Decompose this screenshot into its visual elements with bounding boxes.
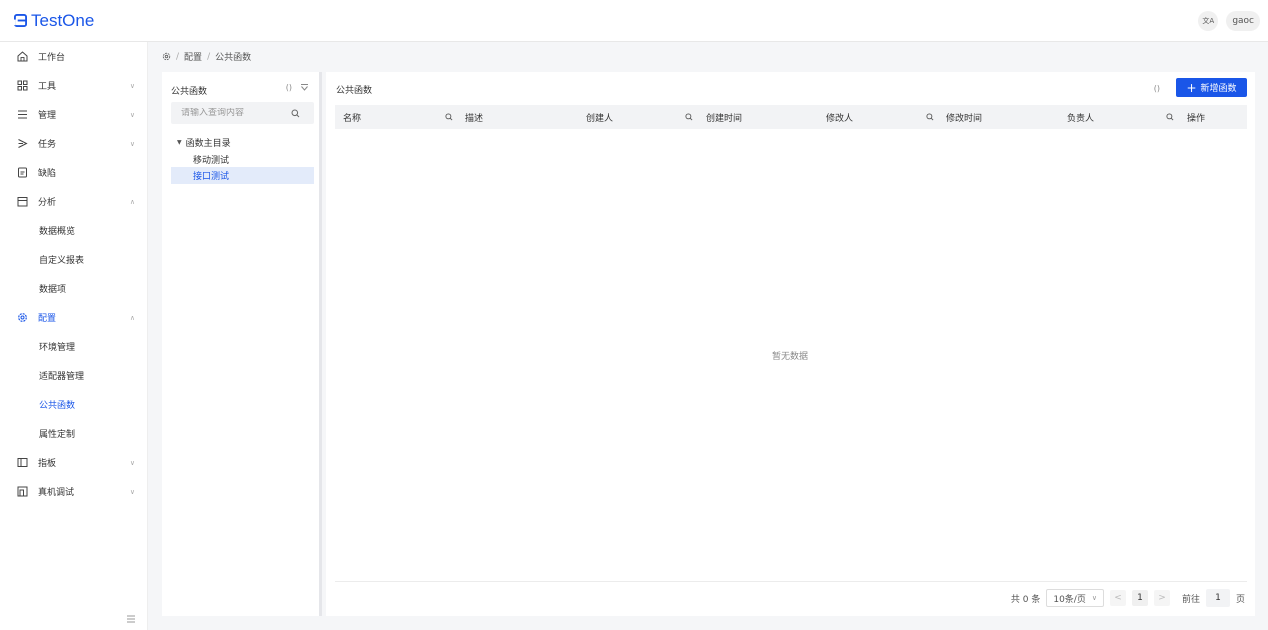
chevron-down-icon: ∨ <box>129 139 135 148</box>
sidebar-item-label: 工作台 <box>38 53 66 63</box>
page-number-current[interactable]: 1 <box>1131 590 1148 606</box>
grid-icon <box>16 80 28 92</box>
tree-root-node[interactable]: ▼ 函数主目录 <box>177 136 231 149</box>
gear-icon <box>16 312 28 324</box>
empty-state-text: 暂无数据 <box>772 352 809 362</box>
next-page-button[interactable]: > <box>1153 590 1170 606</box>
app-logo[interactable]: TestOne <box>14 11 94 31</box>
function-tree-panel: 公共函数 () ▼ 函数主目录 移动测试 接口测试 <box>162 72 322 616</box>
search-icon[interactable] <box>445 105 453 129</box>
sidebar-item-config[interactable]: 配置 ∧ <box>0 303 147 332</box>
plus-icon: + <box>1186 80 1197 95</box>
sidebar-item-label: 真机调试 <box>38 488 75 498</box>
collapse-all-icon[interactable] <box>300 83 309 92</box>
panel-title: 公共函数 <box>336 86 373 96</box>
sidebar-item-label: 配置 <box>38 314 57 324</box>
tree-node-mobile-test[interactable]: 移动测试 <box>171 151 314 168</box>
tree-search-input[interactable] <box>181 108 291 118</box>
page-size-select[interactable]: 10条/页 ∨ <box>1046 589 1104 607</box>
app-name: TestOne <box>31 10 95 30</box>
sidebar: 工作台 工具 ∨ 管理 ∨ 任务 ∨ 缺陷 分析 ∧ 数据概览 自定义报表 数据… <box>0 42 148 630</box>
tree-title: 公共函数 <box>171 87 208 97</box>
column-header-modifier: 修改人 <box>826 113 854 124</box>
sidebar-item-workbench[interactable]: 工作台 <box>0 42 147 71</box>
board-icon <box>16 457 28 469</box>
breadcrumb-separator: / <box>176 51 180 62</box>
page-unit: 页 <box>1235 594 1245 605</box>
column-header-modified-time: 修改时间 <box>946 113 983 124</box>
caret-down-icon[interactable]: ▼ <box>177 139 182 146</box>
sidebar-item-label: 工具 <box>38 82 57 92</box>
top-bar: TestOne 文A gaoc <box>0 0 1268 42</box>
sidebar-item-label: 管理 <box>38 111 57 121</box>
add-function-button[interactable]: + 新增函数 <box>1176 78 1247 97</box>
breadcrumb-item-current: 公共函数 <box>215 53 252 63</box>
page-size-value: 10条/页 <box>1053 594 1086 605</box>
sidebar-item-adapter-manage[interactable]: 适配器管理 <box>0 361 147 390</box>
sidebar-item-manage[interactable]: 管理 ∨ <box>0 100 147 129</box>
search-icon[interactable] <box>926 105 934 129</box>
sidebar-item-public-functions[interactable]: 公共函数 <box>0 390 147 419</box>
tree-search-box <box>171 102 314 124</box>
chevron-up-icon: ∧ <box>129 313 135 322</box>
sidebar-item-env-manage[interactable]: 环境管理 <box>0 332 147 361</box>
sidebar-item-defects[interactable]: 缺陷 <box>0 158 147 187</box>
sidebar-item-data-items[interactable]: 数据项 <box>0 274 147 303</box>
play-icon <box>16 138 28 150</box>
goto-page-input[interactable]: 1 <box>1205 589 1230 607</box>
column-header-owner: 负责人 <box>1067 113 1095 124</box>
sidebar-item-label: 分析 <box>38 198 57 208</box>
translate-icon[interactable]: 文A <box>1198 11 1219 31</box>
chevron-down-icon: ∨ <box>129 110 135 119</box>
sidebar-item-label: 任务 <box>38 140 57 150</box>
doc-icon <box>16 167 28 179</box>
search-icon[interactable] <box>291 109 300 118</box>
sidebar-item-device-debug[interactable]: 真机调试 ∨ <box>0 477 147 506</box>
breadcrumb-item-config[interactable]: 配置 <box>184 50 202 63</box>
collapse-sidebar-icon[interactable] <box>126 614 136 624</box>
chevron-down-icon: ∨ <box>129 458 135 467</box>
calendar-icon <box>16 196 28 208</box>
prev-page-button[interactable]: < <box>1109 590 1126 606</box>
list-icon <box>16 109 28 121</box>
table-header: 名称 描述 创建人 创建时间 修改人 修改时间 负责人 操作 <box>335 105 1247 129</box>
logo-icon <box>14 14 27 27</box>
sidebar-item-board[interactable]: 指板 ∨ <box>0 448 147 477</box>
device-icon <box>16 486 28 498</box>
tree-root-label: 函数主目录 <box>185 139 231 149</box>
breadcrumb-separator: / <box>207 51 211 62</box>
column-header-actions: 操作 <box>1187 113 1206 124</box>
sidebar-item-tasks[interactable]: 任务 ∨ <box>0 129 147 158</box>
column-header-name: 名称 <box>343 113 362 124</box>
search-icon[interactable] <box>1166 105 1174 129</box>
sidebar-item-custom-report[interactable]: 自定义报表 <box>0 245 147 274</box>
function-list-panel: 公共函数 () + 新增函数 名称 描述 创建人 创建时间 修改人 修改时间 负… <box>326 72 1255 616</box>
chevron-down-icon: ∨ <box>129 81 135 90</box>
goto-label: 前往 <box>1181 594 1200 605</box>
refresh-icon[interactable]: () <box>286 83 292 92</box>
breadcrumb: / 配置 / 公共函数 <box>162 50 251 63</box>
search-icon[interactable] <box>685 105 693 129</box>
sidebar-item-attr-custom[interactable]: 属性定制 <box>0 419 147 448</box>
sidebar-item-tools[interactable]: 工具 ∨ <box>0 71 147 100</box>
user-avatar[interactable]: gaoc <box>1226 11 1260 31</box>
chevron-up-icon: ∧ <box>129 197 135 206</box>
column-header-created-time: 创建时间 <box>706 113 743 124</box>
sidebar-item-data-overview[interactable]: 数据概览 <box>0 216 147 245</box>
refresh-icon[interactable]: () <box>1154 84 1160 93</box>
total-count: 共 0 条 <box>1010 594 1041 605</box>
add-function-label: 新增函数 <box>1200 84 1237 94</box>
home-icon <box>16 51 28 63</box>
chevron-down-icon: ∨ <box>1091 594 1097 602</box>
column-header-description: 描述 <box>465 113 484 124</box>
chevron-down-icon: ∨ <box>129 487 135 496</box>
column-header-creator: 创建人 <box>586 113 614 124</box>
tree-node-api-test[interactable]: 接口测试 <box>171 167 314 184</box>
sidebar-item-analysis[interactable]: 分析 ∧ <box>0 187 147 216</box>
divider <box>335 581 1247 582</box>
sidebar-item-label: 指板 <box>38 459 57 469</box>
sidebar-item-label: 缺陷 <box>38 169 57 179</box>
settings-icon <box>162 52 171 61</box>
pagination: 共 0 条 10条/页 ∨ < 1 > 前往 1 页 <box>1011 589 1245 607</box>
